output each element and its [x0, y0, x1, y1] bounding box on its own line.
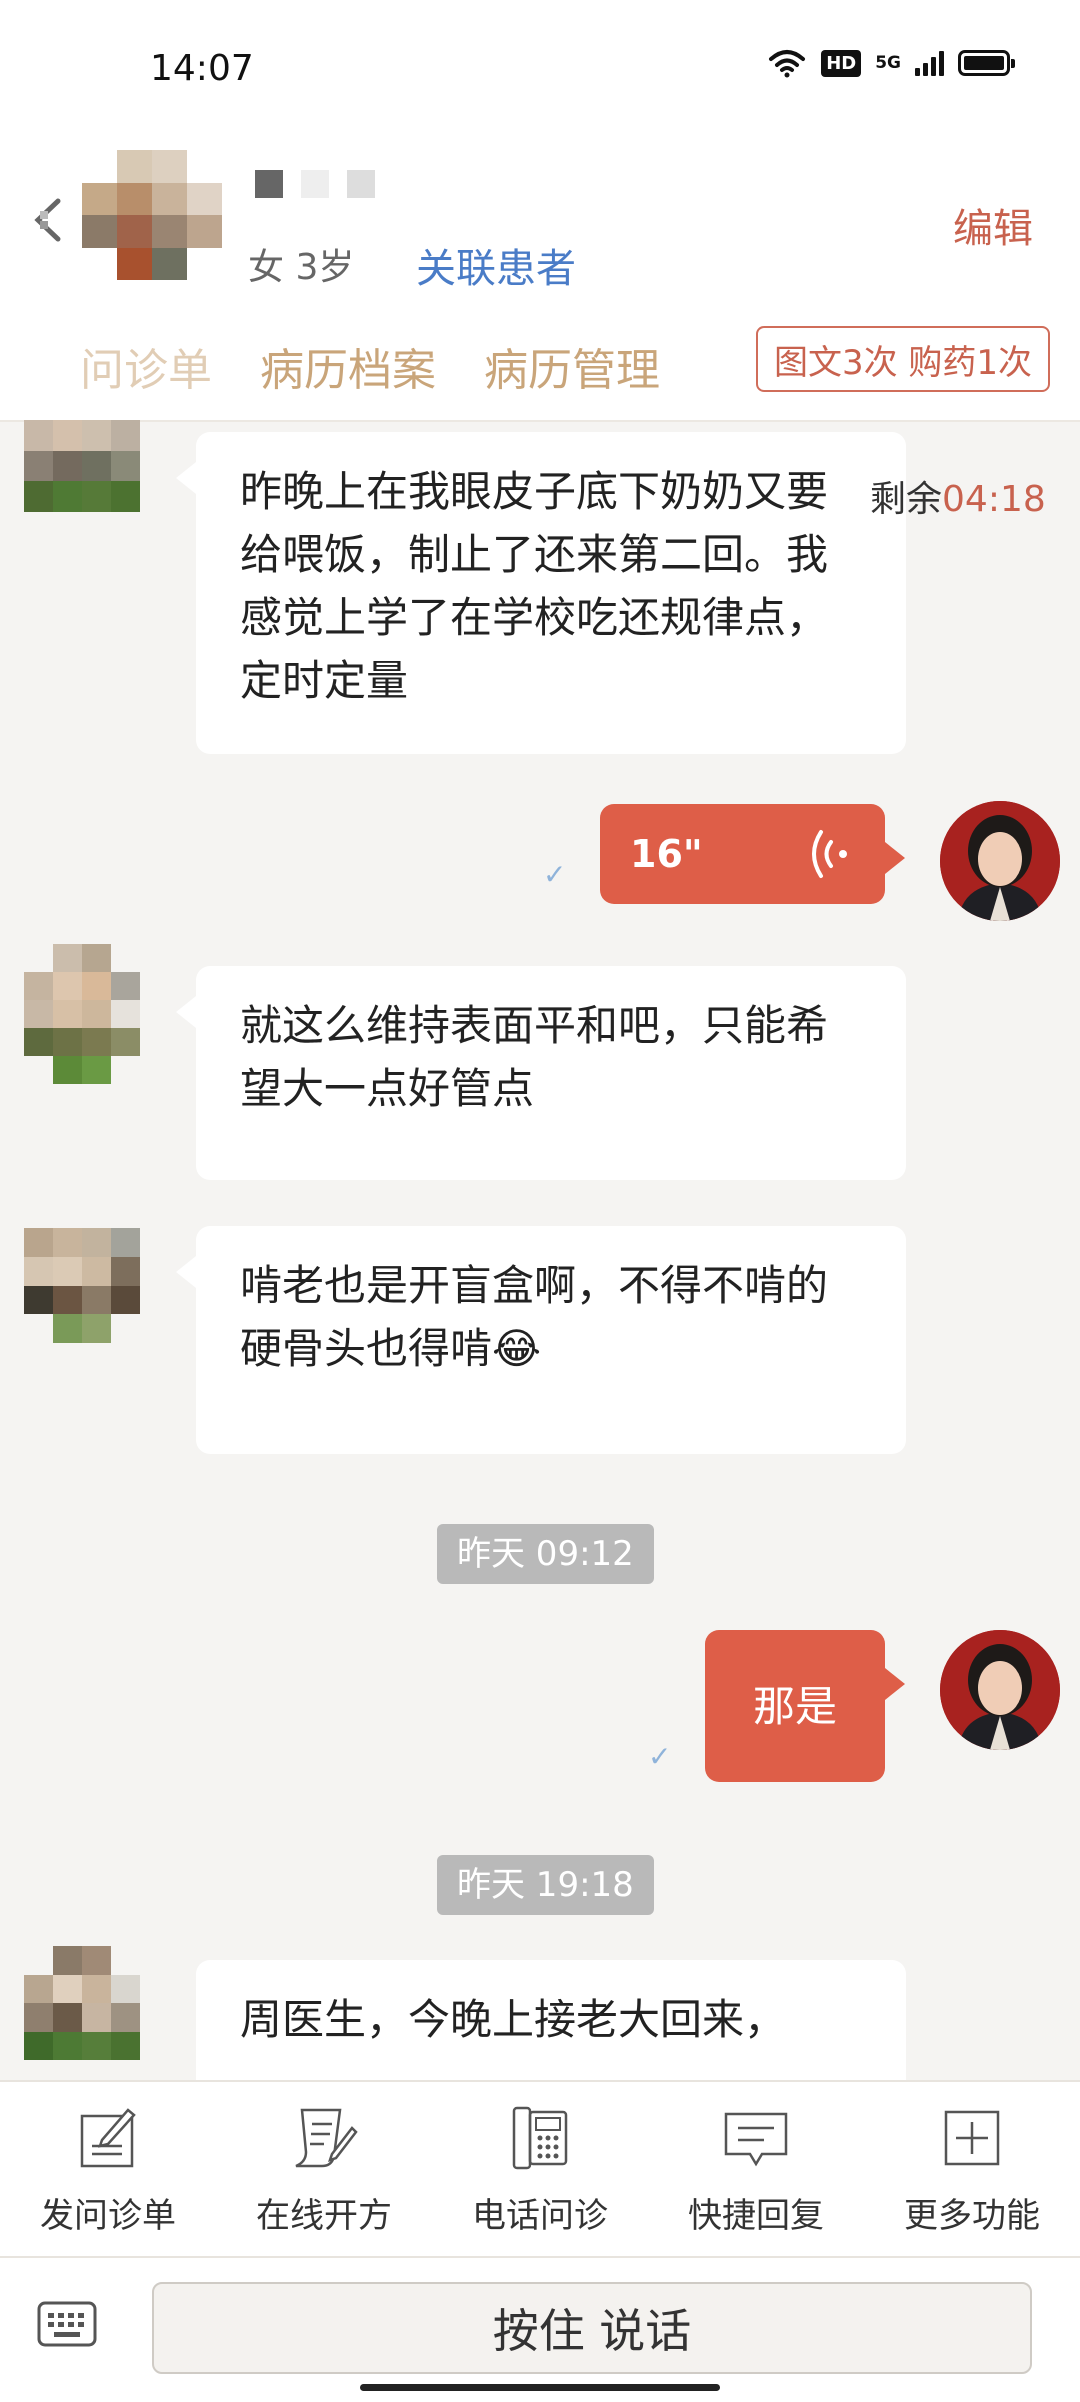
hd-badge: HD — [821, 49, 862, 77]
doctor-avatar[interactable] — [940, 801, 1060, 921]
remaining-time: 04:18 — [942, 479, 1046, 520]
message-bubble[interactable]: 就这么维持表面平和吧，只能希望大一点好管点 — [176, 966, 906, 1180]
tool-label: 快捷回复 — [688, 2196, 824, 2236]
read-check-icon: ✓ — [543, 858, 567, 891]
tab-record-management[interactable]: 病历管理 — [484, 334, 660, 398]
message-text: 就这么维持表面平和吧，只能希望大一点好管点 — [240, 1001, 829, 1113]
patient-info: 女 3岁 — [248, 247, 355, 288]
patient-avatar[interactable] — [24, 1228, 140, 1343]
message-bubble[interactable]: 周医生，今晚上接老大回来， — [196, 1960, 906, 2080]
tool-label: 更多功能 — [904, 2196, 1040, 2236]
prescription-icon — [295, 2108, 358, 2168]
form-pen-icon — [80, 2108, 136, 2168]
patient-name-blurred — [255, 170, 375, 198]
patient-avatar[interactable] — [24, 944, 140, 1084]
signal-icon — [915, 50, 944, 76]
edit-button[interactable]: 编辑 — [953, 196, 1033, 254]
online-prescription-button[interactable]: 在线开方 — [216, 2082, 432, 2257]
message-bubble[interactable]: 昨晚上在我眼皮子底下奶奶又要给喂饭，制止了还来第二回。我感觉上学了在学校吃还规律… — [176, 432, 906, 754]
voice-wave-icon — [812, 830, 847, 878]
tool-label: 发问诊单 — [40, 2196, 176, 2236]
tool-label: 电话问诊 — [472, 2196, 608, 2236]
action-toolbar: 发问诊单 在线开方 电话问诊 快捷回复 更多功能 — [0, 2080, 1080, 2257]
header-tabs: 问诊单 病历档案 病历管理 — [80, 334, 660, 398]
phone-consultation-button[interactable]: 电话问诊 — [432, 2082, 648, 2257]
tab-consultation-form[interactable]: 问诊单 — [80, 334, 212, 398]
network-type: 5G — [875, 52, 901, 73]
send-consultation-form-button[interactable]: 发问诊单 — [0, 2082, 216, 2257]
patient-avatar[interactable] — [82, 150, 222, 280]
plus-box-icon — [944, 2110, 1000, 2166]
message-bubble[interactable]: 啃老也是开盲盒啊，不得不啃的硬骨头也得啃😂 — [176, 1226, 906, 1454]
back-icon[interactable] — [30, 195, 66, 245]
remaining-timer: 剩余04:18 — [870, 470, 1046, 522]
more-functions-button[interactable]: 更多功能 — [864, 2082, 1080, 2257]
keyboard-icon[interactable] — [36, 2300, 98, 2348]
quick-reply-button[interactable]: 快捷回复 — [648, 2082, 864, 2257]
message-text: 啃老也是开盲盒啊，不得不啃的硬骨头也得啃😂 — [240, 1261, 829, 1373]
time-divider: 昨天 19:18 — [437, 1855, 654, 1915]
link-patient-button[interactable]: 关联患者 — [416, 236, 576, 294]
battery-icon — [958, 50, 1015, 76]
voice-duration: 16" — [630, 831, 703, 876]
message-text: 那是 — [752, 1681, 837, 1731]
patient-avatar[interactable] — [24, 1946, 140, 2060]
status-icons: HD 5G — [767, 48, 1015, 78]
quota-badge: 图文3次 购药1次 — [756, 326, 1050, 392]
tab-medical-records[interactable]: 病历档案 — [260, 334, 436, 398]
message-bubble[interactable]: 那是 — [705, 1630, 905, 1782]
phone-icon — [512, 2106, 568, 2170]
status-time: 14:07 — [150, 48, 254, 89]
doctor-avatar[interactable] — [940, 1630, 1060, 1750]
read-check-icon: ✓ — [648, 1740, 672, 1773]
message-text: 昨晚上在我眼皮子底下奶奶又要给喂饭，制止了还来第二回。我感觉上学了在学校吃还规律… — [240, 467, 829, 705]
patient-avatar[interactable] — [24, 420, 140, 512]
quick-reply-icon — [724, 2112, 788, 2167]
hold-to-talk-button[interactable]: 按住 说话 — [152, 2282, 1032, 2374]
wifi-icon — [769, 50, 806, 78]
tool-label: 在线开方 — [256, 2196, 392, 2236]
remaining-label: 剩余 — [870, 479, 943, 520]
time-divider: 昨天 09:12 — [437, 1524, 654, 1584]
voice-message-bubble[interactable]: 16" — [600, 804, 905, 904]
home-indicator[interactable] — [360, 2384, 720, 2391]
message-text: 周医生，今晚上接老大回来， — [240, 1995, 787, 2044]
